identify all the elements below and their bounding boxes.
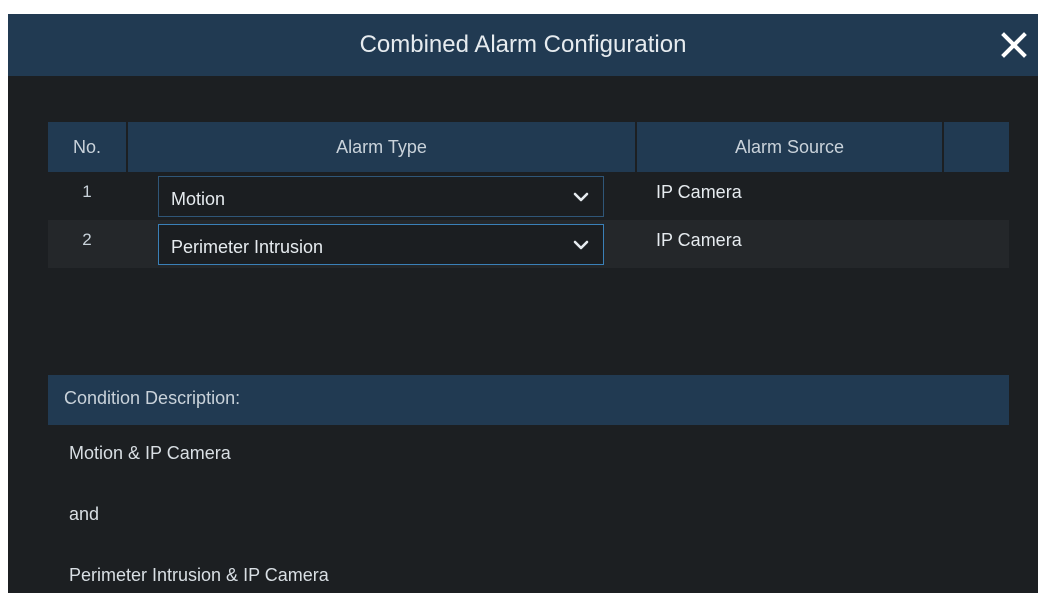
condition-description-header: Condition Description:: [48, 375, 1009, 425]
condition-line: and: [69, 504, 100, 524]
alarm-table: No. Alarm Type Alarm Source 1 Motion IP …: [48, 122, 1009, 268]
column-header-no: No.: [72, 137, 101, 157]
table-row: 1 Motion IP Camera: [48, 172, 1009, 220]
alarm-type-select[interactable]: Motion: [158, 176, 604, 217]
table-row: 2 Perimeter Intrusion IP Camera: [48, 220, 1009, 268]
table-header: No. Alarm Type Alarm Source: [48, 122, 1009, 172]
column-header-alarm-source: Alarm Source: [734, 137, 845, 157]
chevron-down-icon: [573, 240, 589, 250]
alarm-source: IP Camera: [656, 182, 742, 202]
row-number: 1: [82, 182, 92, 201]
dialog-title: Combined Alarm Configuration: [359, 31, 687, 58]
condition-description-label: Condition Description:: [64, 388, 241, 408]
chevron-down-icon: [573, 192, 589, 202]
alarm-type-value: Motion: [171, 189, 226, 209]
close-icon[interactable]: [998, 29, 1030, 61]
combined-alarm-dialog: Combined Alarm Configuration No. Alarm T…: [8, 14, 1038, 593]
column-header-alarm-type: Alarm Type: [336, 137, 427, 157]
dialog-titlebar: Combined Alarm Configuration: [8, 14, 1038, 76]
column-header-extra: [944, 122, 1009, 172]
condition-line: Motion & IP Camera: [69, 443, 231, 463]
alarm-type-value: Perimeter Intrusion: [171, 237, 324, 257]
row-number: 2: [82, 230, 92, 249]
condition-line: Perimeter Intrusion & IP Camera: [69, 565, 329, 585]
alarm-type-select[interactable]: Perimeter Intrusion: [158, 224, 604, 265]
alarm-source: IP Camera: [656, 230, 742, 250]
